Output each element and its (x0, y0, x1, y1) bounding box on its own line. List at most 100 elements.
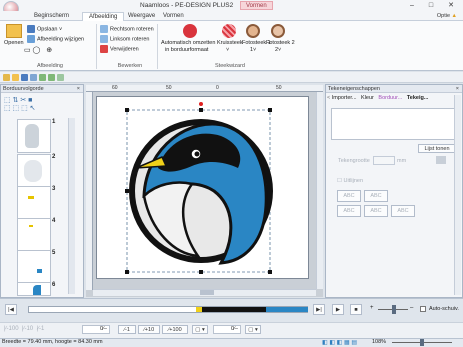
font-preview-box[interactable] (331, 108, 455, 140)
tab-tekeig[interactable]: Tekeig... (407, 95, 429, 101)
text-style-flat-1[interactable]: ABC (337, 205, 361, 217)
apple-auto-icon[interactable] (183, 24, 197, 38)
order-item-5[interactable] (17, 250, 51, 284)
text-style-arc-1[interactable]: ABC (337, 190, 361, 202)
text-properties-title: Tekeneigenschappen (328, 86, 380, 92)
zoom-level: 108% (372, 339, 387, 345)
opslaan-button[interactable]: Opslaan ˅ (27, 25, 62, 33)
undo-icon[interactable] (39, 74, 46, 81)
embroidery-order-header: Borduurvolgorde × (1, 85, 83, 93)
wijzigen-label: Afbeelding wijzigen (37, 36, 85, 43)
progress-black-segment (202, 307, 266, 312)
step-plus-1-button[interactable]: ∕-1 (118, 325, 136, 334)
open-folder-icon[interactable] (6, 24, 22, 38)
text-properties-header: Tekeneigenschappen × (326, 85, 462, 93)
auto-scroll-checkbox[interactable] (420, 306, 426, 312)
tab-kleur[interactable]: Kleur (361, 95, 374, 101)
linksom-roteren-button[interactable]: Linksom roteren (100, 35, 149, 43)
panel-close-icon[interactable]: × (456, 86, 459, 92)
kruissteek-button[interactable]: Kruissteek (217, 40, 243, 46)
auto-omzetten-line2: in borduurformaat (165, 47, 209, 53)
align-label: Uitlijnen (343, 178, 364, 184)
text-style-flat-2[interactable]: ABC (364, 205, 388, 217)
order-item-3[interactable] (17, 186, 51, 220)
text-style-flat-3[interactable]: ABC (391, 205, 415, 217)
play-button[interactable]: ▶ (332, 304, 344, 315)
lock-icon[interactable] (436, 156, 446, 164)
auto-omzetten-button[interactable]: Automatisch omzetten (161, 40, 215, 46)
order-number-6: 6 (52, 282, 56, 288)
step-plus-10-button[interactable]: ∕+10 (138, 325, 160, 334)
help-icon[interactable]: ▲ (452, 13, 457, 19)
minimize-button[interactable]: – (403, 1, 421, 10)
zoom-minus[interactable]: – (410, 305, 413, 311)
rewind-button[interactable]: |◀ (5, 304, 17, 315)
delete-icon (100, 45, 108, 53)
openen-button[interactable]: Openen (4, 40, 24, 46)
rechtsom-roteren-button[interactable]: Rechtsom roteren (100, 25, 154, 33)
stop-button[interactable]: ■ (350, 304, 362, 315)
fotosteek-1-dropdown[interactable]: 1˅ (250, 47, 256, 53)
text-size-label: Tekengrootte (338, 158, 370, 164)
kruissteek-dropdown[interactable]: ˅ (226, 47, 229, 53)
text-size-input[interactable] (373, 156, 395, 165)
save-quick-icon[interactable] (21, 74, 28, 81)
group-steekwizard: Steekwizard (215, 63, 245, 69)
verwijderen-label: Verwijderen (110, 46, 139, 53)
fotosteek-2-dropdown[interactable]: 2˅ (275, 47, 281, 53)
new-icon[interactable] (3, 74, 10, 81)
photo-stitch-1-icon[interactable] (246, 24, 260, 38)
tab-weergave[interactable]: Weergave (122, 12, 161, 21)
properties-tab-row: < Importer... Kleur Borduur... Tekeig... (327, 95, 461, 105)
photo-stitch-2-icon[interactable] (271, 24, 285, 38)
tab-beginscherm[interactable]: Beginscherm (28, 12, 75, 21)
zoom-tool-icons[interactable]: ▭ ◯ ⊕ (24, 46, 52, 54)
stitch-counter-input[interactable]: 0∕– (82, 325, 110, 334)
color-next-button[interactable]: ▢ ▾ (245, 325, 261, 334)
tab-importer[interactable]: Importer... (332, 95, 357, 101)
view-mode-icons[interactable]: ◧ ◧ ◧ ▦ ▤ (322, 339, 357, 346)
group-separator (157, 24, 158, 69)
order-item-4[interactable] (17, 218, 51, 252)
rotate-handle[interactable] (199, 102, 203, 106)
order-scrollbar[interactable] (68, 118, 75, 294)
zoom-plus[interactable]: + (370, 305, 374, 311)
step-plus-100-button[interactable]: ∕+100 (162, 325, 188, 334)
order-tools[interactable]: ⬚ ⇅ ✂ ■ ⬚ ⬚ ⬚ ↖ (4, 96, 70, 116)
window-title: Naamloos - PE-DESIGN PLUS2 (140, 2, 234, 9)
tab-borduur[interactable]: Borduur... (378, 95, 402, 101)
canvas-vertical-scrollbar[interactable] (316, 92, 323, 289)
optie-menu[interactable]: Optie ▲ (437, 13, 457, 19)
color-block-button[interactable]: ▢ ▾ (192, 325, 208, 334)
color-counter-input[interactable]: 0∕– (213, 325, 241, 334)
afbeelding-wijzigen-button[interactable]: Afbeelding wijzigen (27, 35, 84, 43)
cross-stitch-icon[interactable] (222, 24, 236, 38)
fotosteek-2-button[interactable]: Fotosteek 2 (266, 40, 295, 46)
ruler-label: 50 (166, 85, 172, 91)
print-icon[interactable] (30, 74, 37, 81)
thumb-shape-1 (25, 124, 39, 148)
align-checkbox[interactable]: ☐ Uitlijnen (337, 178, 363, 184)
rechtsom-label: Rechtsom roteren (110, 26, 154, 33)
end-button[interactable]: ▶| (313, 304, 325, 315)
penguin-pupil (194, 151, 200, 157)
panel-close-icon[interactable]: × (77, 86, 80, 92)
close-button[interactable]: ✕ (442, 1, 460, 10)
thumb-shape-6 (33, 285, 41, 295)
text-style-arc-2[interactable]: ABC (364, 190, 388, 202)
maximize-button[interactable]: □ (422, 1, 440, 10)
verwijderen-button[interactable]: Verwijderen (100, 45, 139, 53)
speed-slider-thumb[interactable] (392, 305, 396, 314)
ruler-label: 60 (112, 85, 118, 91)
ruler-label: 0 (216, 85, 219, 91)
open-icon[interactable] (12, 74, 19, 81)
zoom-slider-thumb[interactable] (420, 339, 424, 346)
redo-icon[interactable] (48, 74, 55, 81)
thumb-shape-5 (37, 269, 42, 273)
tab-vormen[interactable]: Vormen (157, 12, 190, 21)
lijst-tonen-button[interactable]: Lijst tonen (418, 144, 456, 153)
properties-scrollbar[interactable] (454, 95, 461, 295)
scroll-thumb[interactable] (200, 290, 214, 295)
penguin-design[interactable] (96, 96, 309, 279)
customize-icon[interactable] (57, 74, 64, 81)
